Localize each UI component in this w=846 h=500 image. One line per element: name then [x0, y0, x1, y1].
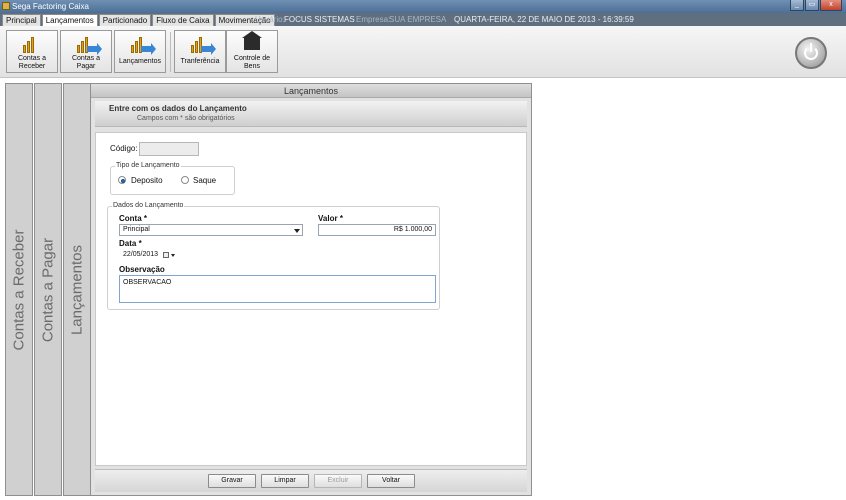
power-icon[interactable]: [795, 37, 827, 69]
lancamentos-button[interactable]: Lançamentos: [114, 30, 166, 73]
company-value: SUA EMPRESA: [389, 15, 447, 24]
user-value: FOCUS SISTEMAS: [284, 15, 355, 24]
deposito-radio[interactable]: [118, 176, 126, 184]
data-label: Data *: [119, 239, 142, 248]
tab-fluxo-de-caixa[interactable]: Fluxo de Caixa: [152, 14, 214, 26]
transfer-icon: [129, 34, 156, 55]
company-label: Empresa:: [356, 15, 391, 24]
minimize-button[interactable]: _: [790, 0, 804, 11]
user-label: Usuário:: [255, 15, 285, 24]
conta-label: Conta *: [119, 214, 148, 223]
data-field[interactable]: 22/05/2013: [119, 249, 177, 261]
saque-radio[interactable]: [181, 176, 189, 184]
voltar-button[interactable]: Voltar: [367, 474, 415, 488]
toolbar: Contas a Receber Contas a Pagar Lançamen…: [0, 26, 846, 78]
main-panel: Lançamentos Entre com os dados do Lançam…: [90, 83, 532, 496]
tab-principal[interactable]: Principal: [2, 14, 41, 26]
side-panel-lancamentos[interactable]: Lançamentos: [63, 83, 91, 496]
window-controls: _ ▭ x: [789, 0, 842, 12]
bar-chart-icon: [21, 34, 43, 54]
valor-field[interactable]: R$ 1.000,00: [318, 224, 436, 236]
deposito-label[interactable]: Deposito: [131, 176, 163, 185]
saque-label[interactable]: Saque: [193, 176, 216, 185]
ribbon-tabs: Principal Lançamentos Particionado Fluxo…: [2, 14, 276, 26]
valor-label: Valor *: [318, 214, 343, 223]
tipo-lancamento-legend: Tipo de Lançamento: [115, 162, 181, 169]
codigo-field: [139, 142, 199, 156]
observacao-textarea[interactable]: OBSERVACAO: [119, 275, 436, 303]
form-heading: Entre com os dados do Lançamento Campos …: [95, 101, 527, 127]
contas-a-pagar-button[interactable]: Contas a Pagar: [60, 30, 112, 73]
side-panel-contas-a-receber[interactable]: Contas a Receber: [5, 83, 33, 496]
contas-a-receber-button[interactable]: Contas a Receber: [6, 30, 58, 73]
window-titlebar: Sega Factoring Caixa _ ▭ x: [0, 0, 846, 13]
limpar-button[interactable]: Limpar: [261, 474, 309, 488]
observacao-label: Observação: [119, 265, 165, 274]
ribbon-tab-row: Principal Lançamentos Particionado Fluxo…: [0, 13, 846, 26]
form-body: Código: Tipo de Lançamento Deposito Saqu…: [95, 132, 527, 466]
window-title: Sega Factoring Caixa: [12, 2, 89, 11]
conta-select[interactable]: Principal: [119, 224, 303, 236]
tranferencia-button[interactable]: Tranferência: [174, 30, 226, 73]
close-button[interactable]: x: [820, 0, 842, 11]
chevron-down-icon: [294, 229, 300, 233]
dados-lancamento-legend: Dados do Lançamento: [112, 202, 185, 209]
calendar-icon[interactable]: [163, 251, 175, 260]
transfer-chart-icon: [189, 34, 216, 55]
panel-header: Lançamentos: [91, 84, 531, 98]
maximize-button[interactable]: ▭: [805, 0, 819, 11]
bar-chart-arrow-icon: [75, 34, 102, 55]
codigo-label: Código:: [110, 144, 138, 153]
excluir-button: Excluir: [314, 474, 362, 488]
side-panel-contas-a-pagar[interactable]: Contas a Pagar: [34, 83, 62, 496]
form-title: Entre com os dados do Lançamento: [109, 104, 247, 113]
tab-particionado[interactable]: Particionado: [98, 14, 152, 26]
datetime-display: QUARTA-FEIRA, 22 DE MAIO DE 2013 - 16:39…: [454, 15, 634, 24]
form-footer: Gravar Limpar Excluir Voltar: [95, 469, 527, 492]
dados-lancamento-group: Dados do Lançamento Conta * Principal Va…: [107, 202, 440, 310]
controle-de-bens-button[interactable]: Controle de Bens: [226, 30, 278, 73]
tab-lancamentos[interactable]: Lançamentos: [41, 14, 98, 26]
form-subtitle: Campos com * são obrigatórios: [137, 115, 235, 122]
tipo-lancamento-group: Tipo de Lançamento Deposito Saque: [110, 162, 235, 195]
app-icon: [2, 2, 10, 10]
toolbar-separator: [170, 32, 171, 72]
house-icon: [241, 31, 263, 54]
gravar-button[interactable]: Gravar: [208, 474, 256, 488]
